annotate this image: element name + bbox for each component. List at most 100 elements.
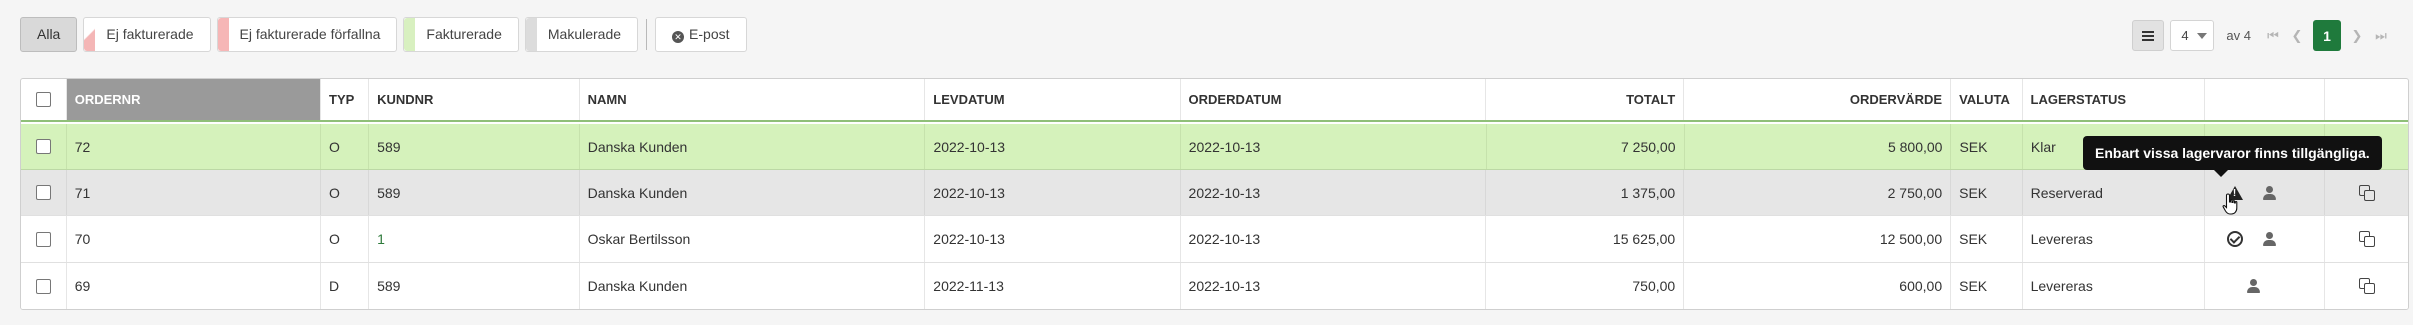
col-ordervarde[interactable]: ORDERVÄRDE [1684,79,1952,120]
orders-table: ORDERNR TYP KUNDNR NAMN LEVDATUM ORDERDA… [20,78,2409,310]
row-select-cell [21,263,67,309]
cell-kundnr: 589 [369,263,580,309]
user-icon[interactable] [2262,185,2276,200]
cell-orderdatum: 2022-10-13 [1181,263,1487,309]
cell-ordervarde: 5 800,00 [1685,124,1952,169]
cell-ordervarde: 2 750,00 [1684,170,1952,215]
cell-orderdatum: 2022-10-13 [1181,216,1487,262]
filter-not-invoiced-button[interactable]: Ej fakturerade [83,17,211,52]
col-totalt[interactable]: TOTALT [1486,79,1685,120]
select-all-cell [21,79,67,120]
hand-cursor-icon [2222,193,2238,215]
user-icon[interactable] [2262,232,2276,246]
cell-namn: Danska Kunden [580,170,926,215]
filter-voided-label: Makulerade [547,26,622,42]
last-page-icon[interactable]: ⏭ [2369,28,2393,44]
cell-lagerstatus: Levereras [2023,216,2205,262]
cell-orderdatum: 2022-10-13 [1181,170,1487,215]
prev-page-icon[interactable]: ❮ [2285,28,2309,44]
cell-totalt: 1 375,00 [1486,170,1685,215]
cell-levdatum: 2022-10-13 [925,124,1181,169]
cell-levdatum: 2022-11-13 [925,263,1181,309]
per-page-value: 4 [2181,28,2189,43]
cell-namn: Oskar Bertilsson [580,216,926,262]
cell-kundnr: 589 [369,124,580,169]
table-row[interactable]: 70 O 1 Oskar Bertilsson 2022-10-13 2022-… [21,216,2408,263]
row-checkbox[interactable] [35,278,51,294]
current-page-button[interactable]: 1 [2313,20,2341,51]
cell-totalt: 750,00 [1486,263,1685,309]
filter-not-invoiced-label: Ej fakturerade [106,26,194,42]
col-namn[interactable]: NAMN [580,79,926,120]
cell-ordernr: 69 [67,263,321,309]
cell-namn: Danska Kunden [580,263,926,309]
page-total-text: av 4 [2226,28,2251,43]
cell-icons [2205,263,2326,309]
cell-levdatum: 2022-10-13 [925,216,1181,262]
user-icon[interactable] [2246,279,2260,293]
cell-icons [2205,216,2326,262]
per-page-select[interactable]: 4 [2170,20,2215,51]
row-checkbox[interactable] [35,231,51,247]
cell-typ: D [321,263,370,309]
cell-kundnr[interactable]: 1 [369,216,580,262]
col-kundnr[interactable]: KUNDNR [369,79,580,120]
row-select-cell [21,124,67,169]
cell-valuta: SEK [1951,170,2023,215]
col-ordernr[interactable]: ORDERNR [66,79,321,120]
filter-all-button[interactable]: Alla [20,17,78,52]
cell-valuta: SEK [1951,263,2023,309]
cell-actions [2325,170,2408,215]
col-actions [2325,79,2408,120]
col-valuta[interactable]: VALUTA [1951,79,2023,120]
cell-ordernr: 70 [67,216,321,262]
cell-totalt: 15 625,00 [1486,216,1685,262]
table-header: ORDERNR TYP KUNDNR NAMN LEVDATUM ORDERDA… [21,79,2408,122]
check-circle-icon[interactable] [2226,231,2243,247]
cell-valuta: SEK [1951,216,2023,262]
pagination: 4 av 4 ⏮ ❮ 1 ❯ ⏭ [2132,20,2393,51]
invoiced-swatch [404,18,416,51]
col-lagerstatus[interactable]: LAGERSTATUS [2023,79,2205,120]
cell-ordernr: 71 [67,170,321,215]
copy-icon[interactable] [2358,231,2375,247]
cell-typ: O [321,170,370,215]
filter-divider [646,19,648,50]
col-orderdatum[interactable]: ORDERDATUM [1181,79,1487,120]
not-invoiced-swatch [84,18,96,51]
next-page-icon[interactable]: ❯ [2345,28,2369,44]
close-circle-icon: ✕ [672,31,685,43]
cell-namn: Danska Kunden [580,124,926,169]
first-page-icon[interactable]: ⏮ [2261,28,2285,44]
cell-kundnr: 589 [369,170,580,215]
cell-typ: O [321,124,370,169]
filter-not-invoiced-overdue-button[interactable]: Ej fakturerade förfallna [216,17,398,52]
chevron-down-icon [2196,32,2207,39]
cell-lagerstatus: Levereras [2023,263,2205,309]
voided-swatch [525,18,537,51]
cell-lagerstatus: Reserverad [2023,170,2205,215]
column-menu-button[interactable] [2132,20,2165,51]
copy-icon[interactable] [2358,184,2375,201]
col-levdatum[interactable]: LEVDATUM [925,79,1181,120]
table-row[interactable]: 71 O 589 Danska Kunden 2022-10-13 2022-1… [21,170,2408,216]
cell-ordernr: 72 [67,124,322,169]
row-checkbox[interactable] [35,185,51,200]
select-all-checkbox[interactable] [35,92,51,107]
email-button[interactable]: ✕ E-post [655,17,747,52]
email-label: E-post [689,26,730,42]
row-checkbox[interactable] [35,139,51,154]
cell-valuta: SEK [1951,124,2023,169]
filter-voided-button[interactable]: Makulerade [524,17,639,52]
overdue-swatch [217,18,229,51]
invoice-filter-bar: Alla Ej fakturerade Ej fakturerade förfa… [20,17,753,52]
table-row[interactable]: 69 D 589 Danska Kunden 2022-11-13 2022-1… [21,263,2408,309]
filter-invoiced-button[interactable]: Fakturerade [403,17,519,52]
cell-totalt: 7 250,00 [1487,124,1685,169]
cell-actions [2325,216,2408,262]
cell-ordervarde: 600,00 [1684,263,1952,309]
copy-icon[interactable] [2358,278,2375,294]
filter-invoiced-label: Fakturerade [426,26,502,42]
table-row[interactable]: 72 O 589 Danska Kunden 2022-10-13 2022-1… [21,124,2408,170]
col-typ[interactable]: TYP [321,79,370,120]
